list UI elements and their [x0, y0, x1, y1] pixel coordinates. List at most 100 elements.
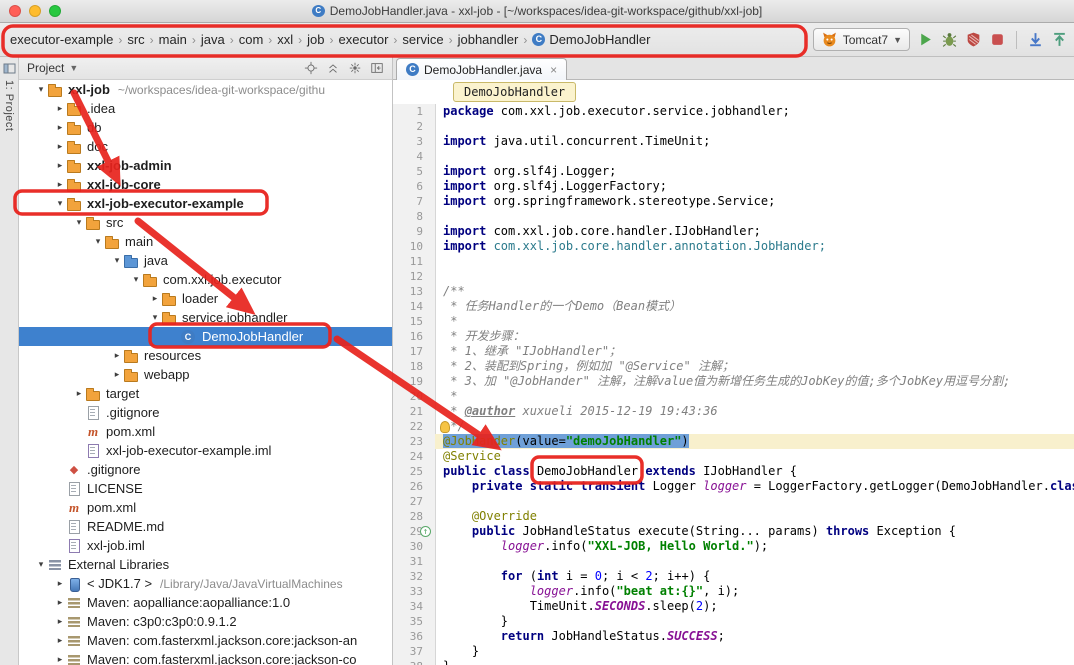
line-number[interactable]: 3 — [393, 134, 435, 149]
breadcrumb-item[interactable]: main — [155, 30, 191, 49]
line-number[interactable]: 2 — [393, 119, 435, 134]
line-number[interactable]: 30 — [393, 539, 435, 554]
code-text[interactable]: import org.springframework.stereotype.Se… — [435, 194, 1074, 209]
code-text[interactable]: /** — [435, 284, 1074, 299]
line-number[interactable]: 38 — [393, 659, 435, 665]
project-tool-window-button[interactable]: 1: Project — [3, 80, 15, 131]
collapsed-arrow-icon[interactable]: ▸ — [54, 654, 66, 665]
tree-item[interactable]: CDemoJobHandler — [19, 327, 392, 346]
collapsed-arrow-icon[interactable]: ▸ — [54, 616, 66, 627]
code-text[interactable] — [435, 494, 1074, 509]
intention-bulb-icon[interactable] — [440, 421, 450, 433]
code-text[interactable] — [435, 149, 1074, 164]
expanded-arrow-icon[interactable]: ▾ — [92, 236, 104, 247]
code-text[interactable]: package com.xxl.job.executor.service.job… — [435, 104, 1074, 119]
expanded-arrow-icon[interactable]: ▾ — [73, 217, 85, 228]
tree-item[interactable]: LICENSE — [19, 479, 392, 498]
tree-item[interactable]: ▸webapp — [19, 365, 392, 384]
code-text[interactable]: @Service — [435, 449, 1074, 464]
override-marker-icon[interactable]: ↑ — [420, 526, 431, 537]
code-text[interactable]: * 3、加 "@JobHander" 注解，注解value值为新增任务生成的Jo… — [435, 374, 1074, 389]
tree-item[interactable]: ▸.idea — [19, 99, 392, 118]
tree-item[interactable]: ▸db — [19, 118, 392, 137]
code-text[interactable] — [435, 119, 1074, 134]
line-number[interactable]: 8 — [393, 209, 435, 224]
line-number[interactable]: 12 — [393, 269, 435, 284]
line-number[interactable]: 4 — [393, 149, 435, 164]
project-tool-window-icon[interactable] — [3, 62, 16, 75]
minimize-window-button[interactable] — [29, 5, 41, 17]
tree-item[interactable]: ▾service.jobhandler — [19, 308, 392, 327]
tree-item[interactable]: ▸resources — [19, 346, 392, 365]
line-number[interactable]: 37 — [393, 644, 435, 659]
code-text[interactable] — [435, 254, 1074, 269]
expanded-arrow-icon[interactable]: ▾ — [54, 198, 66, 209]
code-text[interactable]: * 任务Handler的一个Demo（Bean模式） — [435, 299, 1074, 314]
code-text[interactable]: * — [435, 314, 1074, 329]
expanded-arrow-icon[interactable]: ▾ — [130, 274, 142, 285]
collapsed-arrow-icon[interactable]: ▸ — [54, 160, 66, 171]
code-text[interactable]: @JobHander(value="demoJobHandler") — [435, 434, 1074, 449]
tree-item[interactable]: ▸Maven: com.fasterxml.jackson.core:jacks… — [19, 650, 392, 665]
zoom-window-button[interactable] — [49, 5, 61, 17]
breadcrumb-item[interactable]: jobhandler — [454, 30, 523, 49]
tree-item[interactable]: ▸Maven: aopalliance:aopalliance:1.0 — [19, 593, 392, 612]
line-number[interactable]: 19 — [393, 374, 435, 389]
tree-item[interactable]: ▾src — [19, 213, 392, 232]
code-text[interactable]: * @author xuxueli 2015-12-19 19:43:36 — [435, 404, 1074, 419]
tree-item[interactable]: ◆.gitignore — [19, 460, 392, 479]
tree-item[interactable]: ▸Maven: com.fasterxml.jackson.core:jacks… — [19, 631, 392, 650]
editor-tab[interactable]: C DemoJobHandler.java × — [396, 58, 567, 80]
line-number[interactable]: 16 — [393, 329, 435, 344]
collapsed-arrow-icon[interactable]: ▸ — [54, 635, 66, 646]
tree-item[interactable]: ▸Maven: c3p0:c3p0:0.9.1.2 — [19, 612, 392, 631]
breadcrumb-item[interactable]: com — [235, 30, 268, 49]
code-text[interactable]: public class DemoJobHandler extends IJob… — [435, 464, 1074, 479]
code-text[interactable]: */ — [435, 419, 1074, 434]
code-area[interactable]: 1package com.xxl.job.executor.service.jo… — [393, 104, 1074, 665]
collapsed-arrow-icon[interactable]: ▸ — [111, 369, 123, 380]
breadcrumb-item[interactable]: job — [303, 30, 328, 49]
line-number[interactable]: 24 — [393, 449, 435, 464]
collapsed-arrow-icon[interactable]: ▸ — [73, 388, 85, 399]
line-number[interactable]: 27 — [393, 494, 435, 509]
line-number[interactable]: 23 — [393, 434, 435, 449]
code-text[interactable]: @Override — [435, 509, 1074, 524]
hide-panel-icon[interactable] — [370, 61, 384, 75]
collapsed-arrow-icon[interactable]: ▸ — [54, 103, 66, 114]
code-text[interactable] — [435, 209, 1074, 224]
line-number[interactable]: 32 — [393, 569, 435, 584]
code-text[interactable]: for (int i = 0; i < 2; i++) { — [435, 569, 1074, 584]
expanded-arrow-icon[interactable]: ▾ — [111, 255, 123, 266]
code-text[interactable]: } — [435, 659, 1074, 665]
line-number[interactable]: 15 — [393, 314, 435, 329]
tree-item[interactable]: .gitignore — [19, 403, 392, 422]
tree-item[interactable]: ▾xxl-job~/workspaces/idea-git-workspace/… — [19, 80, 392, 99]
tree-item[interactable]: ▾main — [19, 232, 392, 251]
code-text[interactable]: * 2、装配到Spring，例如加 "@Service" 注解； — [435, 359, 1074, 374]
tree-item[interactable]: ▸loader — [19, 289, 392, 308]
breadcrumb-item[interactable]: executor — [335, 30, 393, 49]
code-text[interactable]: import java.util.concurrent.TimeUnit; — [435, 134, 1074, 149]
code-text[interactable]: private static transient Logger logger =… — [435, 479, 1074, 494]
line-number[interactable]: 1 — [393, 104, 435, 119]
close-window-button[interactable] — [9, 5, 21, 17]
line-number[interactable]: 14 — [393, 299, 435, 314]
collapsed-arrow-icon[interactable]: ▸ — [54, 179, 66, 190]
code-text[interactable]: import com.xxl.job.core.handler.IJobHand… — [435, 224, 1074, 239]
expanded-arrow-icon[interactable]: ▾ — [35, 559, 47, 570]
tree-item[interactable]: ▾External Libraries — [19, 555, 392, 574]
collapsed-arrow-icon[interactable]: ▸ — [149, 293, 161, 304]
code-text[interactable]: import com.xxl.job.core.handler.annotati… — [435, 239, 1074, 254]
code-text[interactable]: public JobHandleStatus execute(String...… — [435, 524, 1074, 539]
tree-item[interactable]: README.md — [19, 517, 392, 536]
tree-item[interactable]: ▸xxl-job-admin — [19, 156, 392, 175]
tree-item[interactable]: mpom.xml — [19, 498, 392, 517]
tree-item[interactable]: mpom.xml — [19, 422, 392, 441]
line-number[interactable]: 9 — [393, 224, 435, 239]
collapsed-arrow-icon[interactable]: ▸ — [54, 578, 66, 589]
breadcrumb-item[interactable]: executor-example — [6, 30, 117, 49]
class-breadcrumb-chip[interactable]: DemoJobHandler — [453, 82, 576, 102]
code-text[interactable]: import org.slf4j.LoggerFactory; — [435, 179, 1074, 194]
tree-item[interactable]: xxl-job-executor-example.iml — [19, 441, 392, 460]
